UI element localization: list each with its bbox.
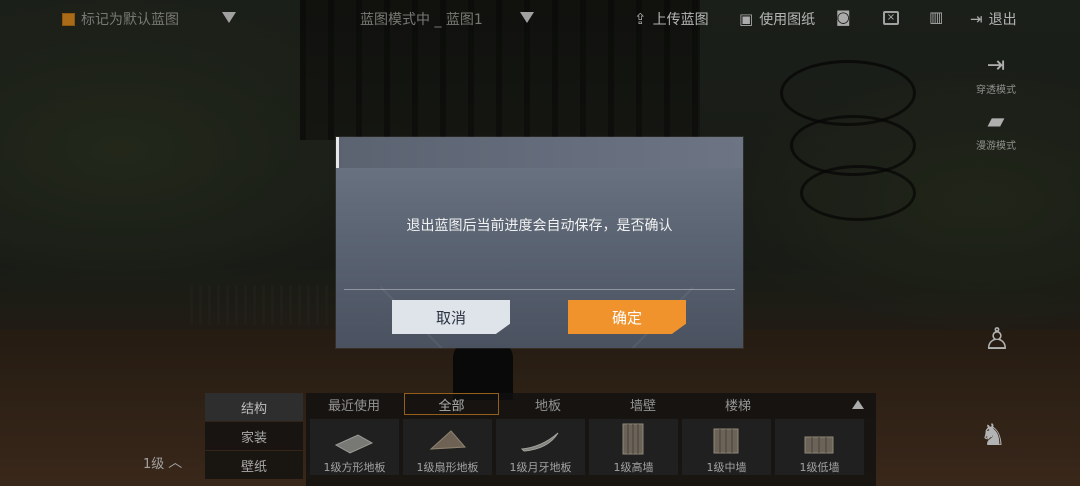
- confirm-button[interactable]: 确定: [568, 300, 686, 334]
- header-accent-bar: [336, 137, 339, 168]
- confirm-exit-dialog: 退出蓝图后当前进度会自动保存，是否确认 取消 确定: [336, 137, 743, 348]
- dialog-message: 退出蓝图后当前进度会自动保存，是否确认: [406, 218, 673, 234]
- dialog-divider: [344, 289, 735, 290]
- cancel-button[interactable]: 取消: [392, 300, 510, 334]
